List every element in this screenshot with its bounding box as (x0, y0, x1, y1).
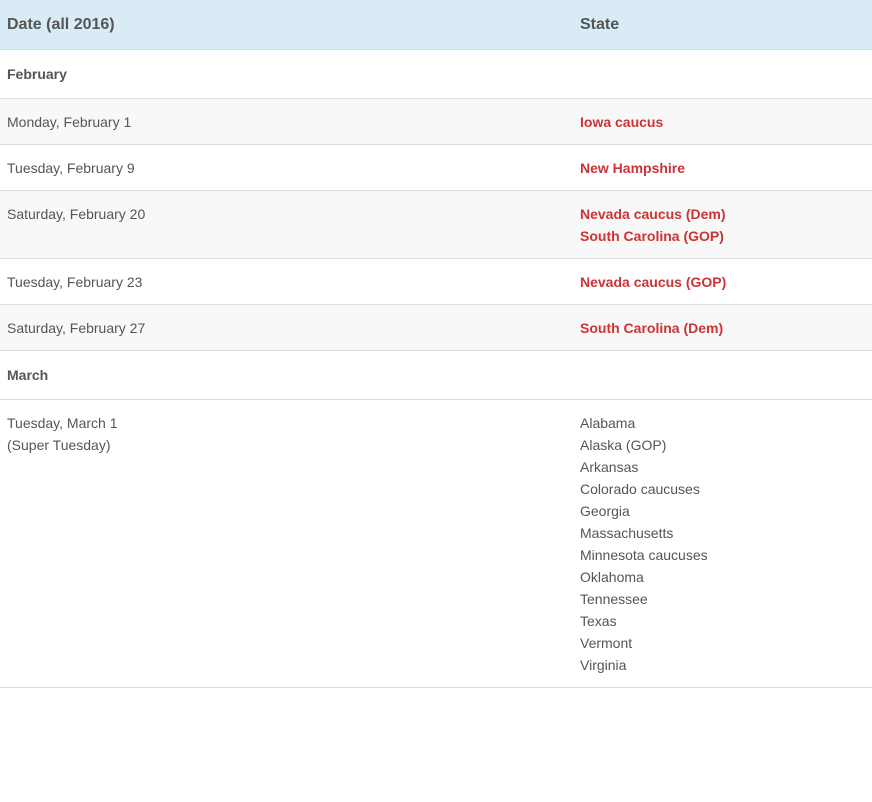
month-heading: March (0, 350, 573, 400)
date-text: Tuesday, February 9 (7, 160, 135, 176)
header-row: Date (all 2016) State (0, 0, 872, 50)
state-cell: Nevada caucus (Dem) South Carolina (GOP) (573, 190, 872, 259)
table-row: Tuesday, March 1 (Super Tuesday) Alabama Al… (0, 399, 872, 688)
month-heading-empty-cell (573, 350, 872, 400)
date-text: Saturday, February 27 (7, 320, 146, 336)
month-heading-empty-cell (573, 49, 872, 99)
month-row: February (0, 49, 872, 99)
state-cell: Iowa caucus (573, 98, 872, 145)
month-row: March (0, 350, 872, 400)
date-cell: Saturday, February 27 (0, 304, 573, 351)
date-note: (Super Tuesday) (7, 437, 111, 453)
table-body: February Monday, February 1 Iowa caucus Tue… (0, 49, 872, 688)
date-cell: Tuesday, February 23 (0, 258, 573, 305)
state-text: Virginia (580, 657, 627, 673)
state-cell: New Hampshire (573, 144, 872, 191)
table-row: Tuesday, February 23 Nevada caucus (GOP) (0, 258, 872, 305)
state-link[interactable]: South Carolina (Dem) (580, 313, 872, 343)
table-row: Saturday, February 20 Nevada caucus (Dem)… (0, 190, 872, 259)
state-link[interactable]: South Carolina (GOP) (580, 221, 872, 251)
date-column-header: Date (all 2016) (0, 0, 573, 50)
date-cell: Tuesday, March 1 (Super Tuesday) (0, 399, 573, 688)
table-row: Monday, February 1 Iowa caucus (0, 98, 872, 145)
table-header: Date (all 2016) State (0, 0, 872, 50)
state-cell: Nevada caucus (GOP) (573, 258, 872, 305)
state-link[interactable]: Iowa caucus (580, 107, 872, 137)
date-cell: Tuesday, February 9 (0, 144, 573, 191)
table-row: Tuesday, February 9 New Hampshire (0, 144, 872, 191)
date-text: Monday, February 1 (7, 114, 132, 130)
date-text: Saturday, February 20 (7, 206, 146, 222)
month-heading: February (0, 49, 573, 99)
state-cell: South Carolina (Dem) (573, 304, 872, 351)
date-cell: Monday, February 1 (0, 98, 573, 145)
table-row: Saturday, February 27 South Carolina (Dem… (0, 304, 872, 351)
state-cell: Alabama Alaska (GOP) Arkansas Colorado cauc… (573, 399, 872, 688)
date-text: Tuesday, February 23 (7, 274, 143, 290)
state-link[interactable]: New Hampshire (580, 153, 872, 183)
primary-calendar-table: Date (all 2016) State February Monday, Fe… (0, 0, 872, 688)
date-cell: Saturday, February 20 (0, 190, 573, 259)
state-column-header: State (573, 0, 872, 50)
state-link[interactable]: Nevada caucus (GOP) (580, 267, 872, 297)
